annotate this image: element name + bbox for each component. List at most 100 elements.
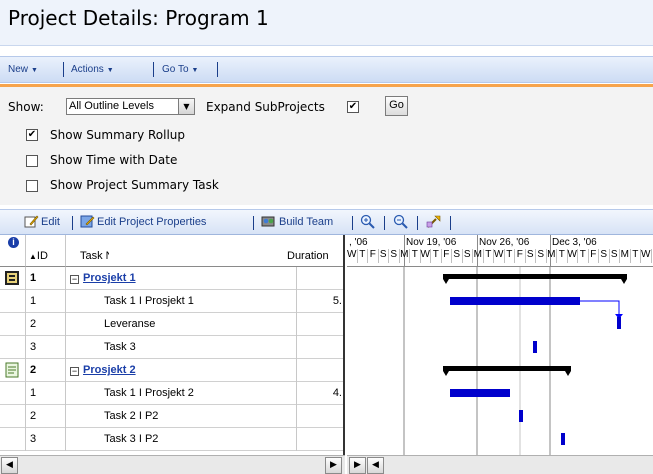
timescale-week-label: Nov 19, '06: [406, 237, 457, 248]
outline-level-value: All Outline Levels: [69, 100, 154, 112]
duration-cell: [297, 336, 343, 359]
chevron-down-icon[interactable]: ▼: [178, 99, 194, 114]
indicator-cell: [0, 267, 26, 290]
timescale-week-label: Nov 26, '06: [479, 237, 530, 248]
edit-properties-button[interactable]: Edit Project Properties: [97, 216, 206, 228]
timescale-day-label: F: [368, 249, 379, 263]
go-button[interactable]: Go: [385, 96, 408, 116]
toolbar-separator: [72, 216, 73, 230]
edit-icon: [24, 215, 39, 228]
gantt-horizontal-scrollbar[interactable]: ▶ ◀: [347, 455, 653, 474]
actions-menu-label: Actions: [71, 64, 104, 75]
task-name-cell[interactable]: Task 1 I Prosjekt 1: [66, 290, 297, 313]
expand-subprojects-label: Expand SubProjects: [206, 100, 325, 114]
time-with-date-checkbox[interactable]: [26, 155, 38, 167]
table-row[interactable]: 1− Prosjekt 1: [0, 267, 343, 290]
id-header-label: ID: [36, 250, 48, 262]
scroll-left-icon[interactable]: ◀: [367, 457, 384, 474]
task-name-cell[interactable]: Task 3 I P2: [66, 428, 297, 451]
task-name-label: Task 1 I Prosjekt 2: [104, 387, 194, 399]
duration-cell: [297, 405, 343, 428]
timescale-day-label: T: [631, 249, 641, 263]
task-bar: [450, 389, 510, 397]
indicator-cell: [0, 382, 26, 405]
indicator-cell: [0, 359, 26, 382]
task-name-cell[interactable]: − Prosjekt 1: [66, 267, 297, 290]
actions-menu[interactable]: Actions ▼: [71, 64, 114, 75]
timescale-day-label: W: [494, 249, 505, 263]
task-name-cell[interactable]: Leveranse: [66, 313, 297, 336]
summary-rollup-checkbox[interactable]: ✔: [26, 129, 38, 141]
timescale-day-label: S: [452, 249, 463, 263]
duration-cell: 5.: [332, 295, 342, 307]
duration-cell: [297, 428, 343, 451]
scroll-left-icon[interactable]: ▶: [349, 457, 366, 474]
edit-button[interactable]: Edit: [41, 216, 60, 228]
summary-bar-prosjekt-1-end: [621, 279, 627, 284]
grid-horizontal-scrollbar[interactable]: ◀ ▶: [0, 455, 345, 474]
timescale-day-label: W: [641, 249, 652, 263]
task-name-cell[interactable]: Task 1 I Prosjekt 2: [66, 382, 297, 405]
new-menu[interactable]: New ▼: [8, 64, 38, 75]
task-bar: [533, 341, 537, 353]
task-name-label: Task 1 I Prosjekt 1: [104, 295, 194, 307]
sort-ascending-icon: ▲: [29, 252, 37, 261]
zoom-in-icon[interactable]: [360, 214, 375, 229]
dependency-link: [580, 300, 620, 314]
timescale-day-label: T: [358, 249, 368, 263]
id-column-header[interactable]: ▲ID: [26, 235, 66, 267]
scroll-right-icon[interactable]: ▶: [325, 457, 342, 474]
project-link[interactable]: Prosjekt 1: [83, 272, 136, 284]
outline-level-select[interactable]: All Outline Levels ▼: [66, 98, 195, 115]
collapse-icon[interactable]: −: [70, 275, 79, 284]
task-name-cell[interactable]: Task 2 I P2: [66, 405, 297, 428]
goto-menu[interactable]: Go To ▼: [162, 64, 198, 75]
timescale-day-label: F: [442, 249, 452, 263]
scroll-left-icon[interactable]: ◀: [1, 457, 18, 474]
expand-subprojects-checkbox[interactable]: ✔: [347, 101, 359, 113]
summary-bar-prosjekt-2-end: [565, 371, 571, 376]
indicator-cell: [0, 290, 26, 313]
task-bar: [519, 410, 523, 422]
duration-cell: [297, 267, 343, 290]
toolbar-separator: [352, 216, 353, 230]
project-link[interactable]: Prosjekt 2: [83, 364, 136, 376]
chevron-down-icon: ▼: [106, 67, 114, 74]
milestone-bar: [617, 317, 621, 329]
timescale-day-label: T: [410, 249, 421, 263]
table-row[interactable]: 3 Task 3 I P2: [0, 428, 343, 451]
timescale-day-label: W: [421, 249, 431, 263]
indicator-column-header[interactable]: i: [0, 235, 26, 267]
table-row[interactable]: 3 Task 3: [0, 336, 343, 359]
id-cell: 1: [26, 290, 66, 313]
build-team-button[interactable]: Build Team: [279, 216, 333, 228]
gantt-bars: [403, 267, 627, 455]
timescale-day-label: T: [557, 249, 568, 263]
id-cell: 1: [26, 382, 66, 405]
project-summary-label: Show Project Summary Task: [50, 178, 219, 192]
duration-column-header[interactable]: Duration: [109, 235, 343, 267]
task-name-cell[interactable]: − Prosjekt 2: [66, 359, 297, 382]
project-summary-checkbox[interactable]: [26, 180, 38, 192]
table-row[interactable]: 2 Task 2 I P2: [0, 405, 343, 428]
timescale-week-label: Dec 3, '06: [552, 237, 597, 248]
summary-bar-prosjekt-2-start: [443, 371, 449, 376]
table-row[interactable]: 1 Task 1 I Prosjekt 1 5.: [0, 290, 343, 313]
project-indicator-icon: [5, 271, 19, 285]
table-row[interactable]: 2− Prosjekt 2: [0, 359, 343, 382]
task-name-cell[interactable]: Task 3: [66, 336, 297, 359]
table-row[interactable]: 2 Leveranse: [0, 313, 343, 336]
id-cell: 2: [26, 359, 66, 382]
task-name-label: Task 3: [104, 341, 136, 353]
options-panel: Show: All Outline Levels ▼ Expand SubPro…: [0, 87, 653, 205]
indicator-cell: [0, 313, 26, 336]
timescale-day-label: T: [505, 249, 515, 263]
scroll-to-task-icon[interactable]: [426, 214, 441, 229]
zoom-out-icon[interactable]: [393, 214, 408, 229]
table-row[interactable]: 1 Task 1 I Prosjekt 2 4.: [0, 382, 343, 405]
show-label: Show:: [8, 100, 44, 114]
title-bar: Project Details: Program 1: [0, 0, 653, 46]
page-title: Project Details: Program 1: [8, 6, 269, 30]
timescale-day-label: S: [610, 249, 620, 263]
collapse-icon[interactable]: −: [70, 367, 79, 376]
